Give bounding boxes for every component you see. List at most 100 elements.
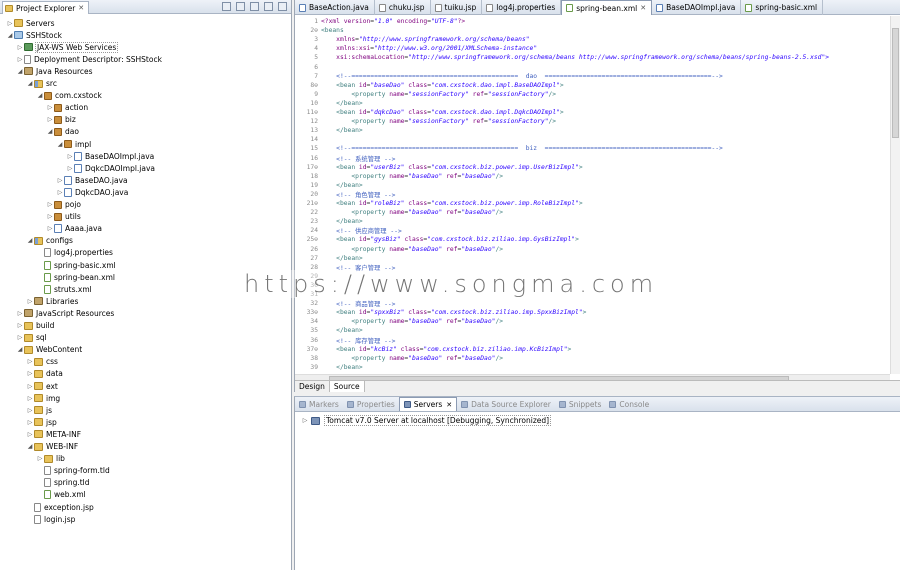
tree-item[interactable]: ▷ Deployment Descriptor: SSHStock [16,53,162,65]
expand-toggle-icon[interactable]: ▷ [16,334,24,341]
code-editor[interactable]: 1 <?xml version="1.0" encoding="UTF-8"?> 2… [295,16,890,374]
tree-item[interactable]: ▷ BaseDAOImpl.java [66,150,154,162]
link-editor-icon[interactable] [236,2,245,11]
tree-item[interactable]: ▷ pojo [46,199,81,211]
expand-toggle-icon[interactable]: ◢ [46,128,54,135]
expand-toggle-icon[interactable]: ▷ [6,20,14,27]
panel-tab[interactable]: Console [605,397,653,411]
expand-toggle-icon[interactable]: ◢ [26,237,34,244]
editor-tab[interactable]: spring-bean.xml ✕ [561,0,653,15]
tree-item[interactable]: ◢ SSHStock [6,29,62,41]
tree-item[interactable]: ▷ jsp [26,416,57,428]
editor-tab[interactable]: chuku.jsp [375,0,431,15]
panel-tab[interactable]: Data Source Explorer [457,397,555,411]
tree-item[interactable]: spring-basic.xml [36,259,116,271]
tree-item[interactable]: ▷ data [26,368,63,380]
expand-toggle-icon[interactable]: ◢ [6,32,14,39]
expand-toggle-icon[interactable]: ◢ [26,80,34,87]
scroll-thumb[interactable] [892,28,899,138]
panel-tab[interactable]: Servers ✕ [398,397,458,411]
expand-toggle-icon[interactable]: ▷ [16,56,24,63]
tree-item[interactable]: ▷ Libraries [26,295,79,307]
explorer-tab[interactable]: Project Explorer ✕ [2,1,90,14]
expand-toggle-icon[interactable]: ▷ [26,407,34,414]
tree-item[interactable]: ▷ sql [16,332,47,344]
expand-toggle-icon[interactable]: ◢ [16,346,24,353]
expand-toggle-icon[interactable]: ▷ [26,358,34,365]
view-menu-icon[interactable] [250,2,259,11]
expand-toggle-icon[interactable]: ▷ [26,419,34,426]
panel-tab[interactable]: Properties [343,397,399,411]
expand-toggle-icon[interactable]: ▷ [56,189,64,196]
editor-tab[interactable]: log4j.properties [482,0,562,15]
editor-tab[interactable]: spring-basic.xml [741,0,824,15]
server-item[interactable]: ▷ Tomcat v7.0 Server at localhost [Debug… [301,415,552,426]
tree-item[interactable]: ▷ DqkcDAO.java [56,186,128,198]
panel-tab[interactable]: Markers [295,397,343,411]
tree-item[interactable]: struts.xml [36,283,92,295]
tree-item[interactable]: ▷ action [46,102,88,114]
tree-item[interactable]: ◢ WEB-INF [26,441,78,453]
expand-toggle-icon[interactable]: ▷ [16,44,24,51]
panel-tab[interactable]: Snippets [555,397,606,411]
maximize-icon[interactable] [278,2,287,11]
close-icon[interactable]: ✕ [78,4,84,12]
expand-toggle-icon[interactable]: ▷ [16,322,24,329]
tree-item[interactable]: ▷ lib [36,453,65,465]
vertical-scrollbar[interactable] [890,16,900,374]
source-tab[interactable]: Source [329,381,365,392]
editor-tab[interactable]: BaseAction.java [295,0,375,15]
tree-item[interactable]: ▷ DqkcDAOImpl.java [66,162,155,174]
tree-item[interactable]: spring-form.tld [36,465,110,477]
tree-item[interactable]: ▷ JavaScript Resources [16,307,115,319]
expand-toggle-icon[interactable]: ▷ [46,104,54,111]
expand-toggle-icon[interactable]: ▷ [26,298,34,305]
tree-item[interactable]: ▷ ext [26,380,58,392]
expand-toggle-icon[interactable]: ▷ [46,116,54,123]
minimize-icon[interactable] [264,2,273,11]
tree-item[interactable]: ◢ WebContent [16,344,83,356]
tree-item[interactable]: spring-bean.xml [36,271,115,283]
tree-item[interactable]: ▷ META-INF [26,428,81,440]
tree-item[interactable]: ▷ utils [46,211,81,223]
expand-toggle-icon[interactable]: ◢ [26,443,34,450]
tree-item[interactable]: ▷ css [26,356,58,368]
expand-toggle-icon[interactable]: ▷ [46,201,54,208]
tree-item[interactable]: ◢ dao [46,126,79,138]
expand-toggle-icon[interactable]: ◢ [36,92,44,99]
expand-toggle-icon[interactable]: ◢ [56,141,64,148]
tree-item[interactable]: ◢ impl [56,138,92,150]
expand-toggle-icon[interactable]: ▷ [26,395,34,402]
tree-item[interactable]: ▷ JAX-WS Web Services [16,41,119,53]
expand-toggle-icon[interactable]: ▷ [56,177,64,184]
expand-toggle-icon[interactable]: ◢ [16,68,24,75]
tree-item[interactable]: ▷ Servers [6,17,55,29]
expand-toggle-icon[interactable]: ▷ [46,213,54,220]
expand-toggle-icon[interactable]: ▷ [66,165,74,172]
expand-toggle-icon[interactable]: ▷ [46,225,54,232]
tree-item[interactable]: ◢ com.cxstock [36,90,102,102]
expand-icon[interactable]: ▷ [301,417,309,424]
tree-item[interactable]: ▷ biz [46,114,76,126]
expand-toggle-icon[interactable]: ▷ [66,153,74,160]
expand-toggle-icon[interactable]: ▷ [26,431,34,438]
expand-toggle-icon[interactable]: ▷ [36,455,44,462]
tree-item[interactable]: spring.tld [36,477,90,489]
design-tab[interactable]: Design [295,381,330,392]
tree-item[interactable]: ▷ BaseDAO.java [56,174,128,186]
tree-item[interactable]: exception.jsp [26,501,94,513]
close-icon[interactable]: ✕ [640,4,646,12]
close-icon[interactable]: ✕ [446,401,452,409]
expand-toggle-icon[interactable]: ▷ [26,370,34,377]
editor-tab[interactable]: tuiku.jsp [431,0,483,15]
tree-item[interactable]: log4j.properties [36,247,113,259]
expand-toggle-icon[interactable]: ▷ [16,310,24,317]
tree-item[interactable]: ▷ img [26,392,60,404]
collapse-all-icon[interactable] [222,2,231,11]
tree-item[interactable]: ▷ build [16,320,55,332]
tree-item[interactable]: login.jsp [26,513,75,525]
tree-item[interactable]: ◢ configs [26,235,73,247]
tree-item[interactable]: web.xml [36,489,86,501]
editor-tab[interactable]: BaseDAOImpl.java [652,0,742,15]
tree-item[interactable]: ◢ Java Resources [16,65,93,77]
